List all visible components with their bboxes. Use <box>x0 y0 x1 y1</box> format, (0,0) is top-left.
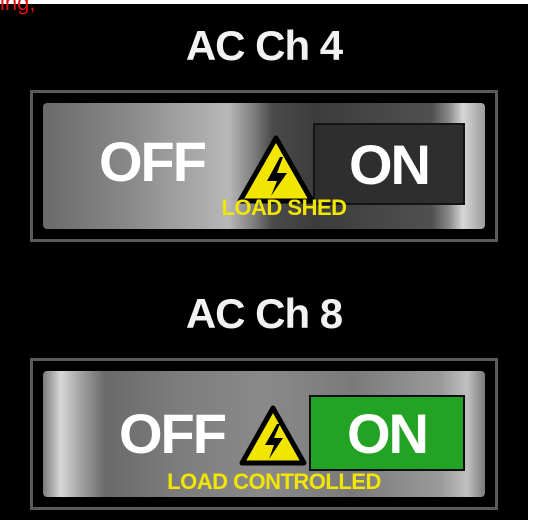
high-voltage-warning-icon <box>239 405 307 466</box>
channel-frame-4: OFF ON LOAD SHED <box>30 90 498 242</box>
on-indicator: ON <box>313 123 465 205</box>
off-label: OFF <box>119 402 227 465</box>
channel-title-4: AC Ch 4 <box>185 22 343 69</box>
on-label: ON <box>347 401 429 465</box>
on-label: ON <box>349 132 431 196</box>
channel-title-8: AC Ch 8 <box>185 290 343 337</box>
channel-frame-8: OFF ON LOAD CONTROLLED <box>30 358 498 510</box>
status-label-load-controlled: LOAD CONTROLLED <box>167 469 381 494</box>
rocker-switch-ch8[interactable]: OFF ON LOAD CONTROLLED <box>43 371 485 497</box>
rocker-switch-ch4[interactable]: OFF ON LOAD SHED <box>43 103 485 229</box>
clipped-header-text: ing, <box>0 0 36 15</box>
off-label: OFF <box>99 130 207 193</box>
on-indicator: ON <box>309 395 465 471</box>
status-label-load-shed: LOAD SHED <box>221 195 347 220</box>
channel-panel: ing, AC Ch 4 OFF ON LOAD SHED AC Ch 8 OF… <box>0 0 528 520</box>
